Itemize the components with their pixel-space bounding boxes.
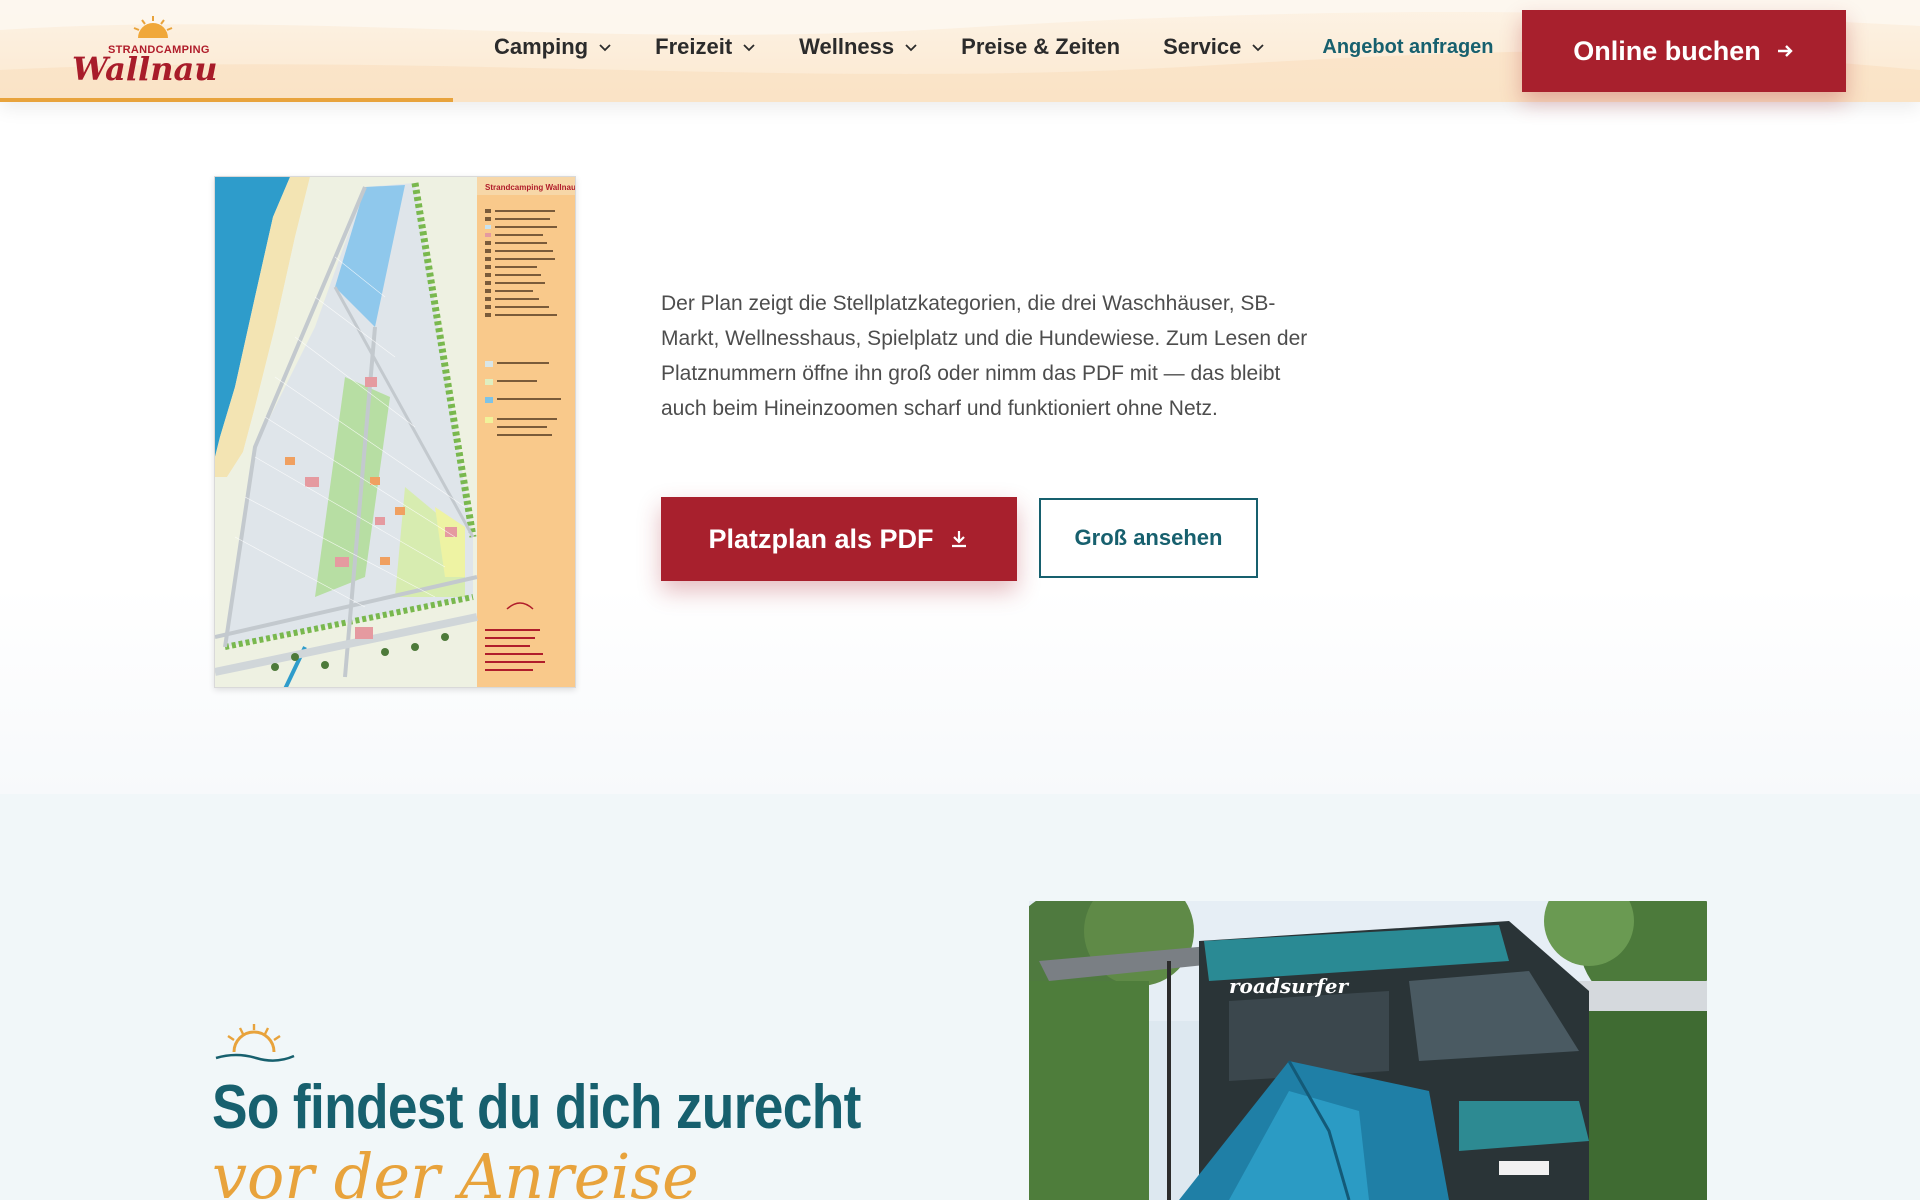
nav-item-label: Wellness <box>799 34 895 59</box>
nav-item-label: Preise & Zeiten <box>961 34 1121 59</box>
site-header: STRANDCAMPING Wallnau Camping Freizeit W… <box>0 0 1920 102</box>
logo-wordmark: Wallnau <box>72 50 218 88</box>
map-legend-title: Strandcamping Wallnau <box>485 183 576 192</box>
section-heading: So findest du dich zurecht <box>212 1073 861 1142</box>
main-navigation: Camping Freizeit Wellness Preise & Zeite… <box>494 34 1494 60</box>
van-brand-text: roadsurfer <box>1229 974 1349 998</box>
nav-item-camping[interactable]: Camping <box>494 34 612 60</box>
book-online-button[interactable]: Online buchen <box>1522 10 1846 92</box>
scroll-progress-bar <box>0 98 454 102</box>
download-pdf-label: Platzplan als PDF <box>708 523 934 554</box>
map-description: Der Plan zeigt die Stellplatzkategorien,… <box>661 292 1308 420</box>
camper-van-photo: roadsurfer <box>1029 901 1707 1200</box>
site-logo[interactable]: STRANDCAMPING Wallnau <box>72 14 217 88</box>
nav-item-service[interactable]: Service <box>1163 34 1265 60</box>
camper-van-illustration: roadsurfer <box>1029 901 1707 1200</box>
view-large-label: Groß ansehen <box>1074 525 1223 550</box>
nav-item-label: Service <box>1163 34 1242 59</box>
sun-wave-icon <box>215 1024 295 1062</box>
nav-item-preise-zeiten[interactable]: Preise & Zeiten <box>961 34 1120 60</box>
campsite-map-image[interactable]: Strandcamping Wallnau <box>214 176 576 688</box>
download-pdf-button[interactable]: Platzplan als PDF <box>661 497 1017 581</box>
arrow-right-icon <box>1777 45 1793 57</box>
chevron-down-icon <box>905 44 917 52</box>
offer-request-link[interactable]: Angebot anfragen <box>1322 36 1493 59</box>
chevron-down-icon <box>743 44 755 52</box>
section-subheading: vor der Anreise <box>212 1140 699 1200</box>
nav-item-label: Camping <box>494 34 589 59</box>
chevron-down-icon <box>1252 44 1265 52</box>
nav-item-freizeit[interactable]: Freizeit <box>655 34 756 60</box>
book-online-label: Online buchen <box>1573 35 1761 66</box>
nav-item-wellness[interactable]: Wellness <box>799 34 918 60</box>
view-large-button[interactable]: Groß ansehen <box>1039 498 1258 578</box>
chevron-down-icon <box>599 44 611 52</box>
campsite-map-illustration: Strandcamping Wallnau <box>215 177 576 687</box>
sun-logo-icon <box>133 16 173 38</box>
nav-item-label: Freizeit <box>655 34 733 59</box>
download-icon <box>951 531 966 548</box>
